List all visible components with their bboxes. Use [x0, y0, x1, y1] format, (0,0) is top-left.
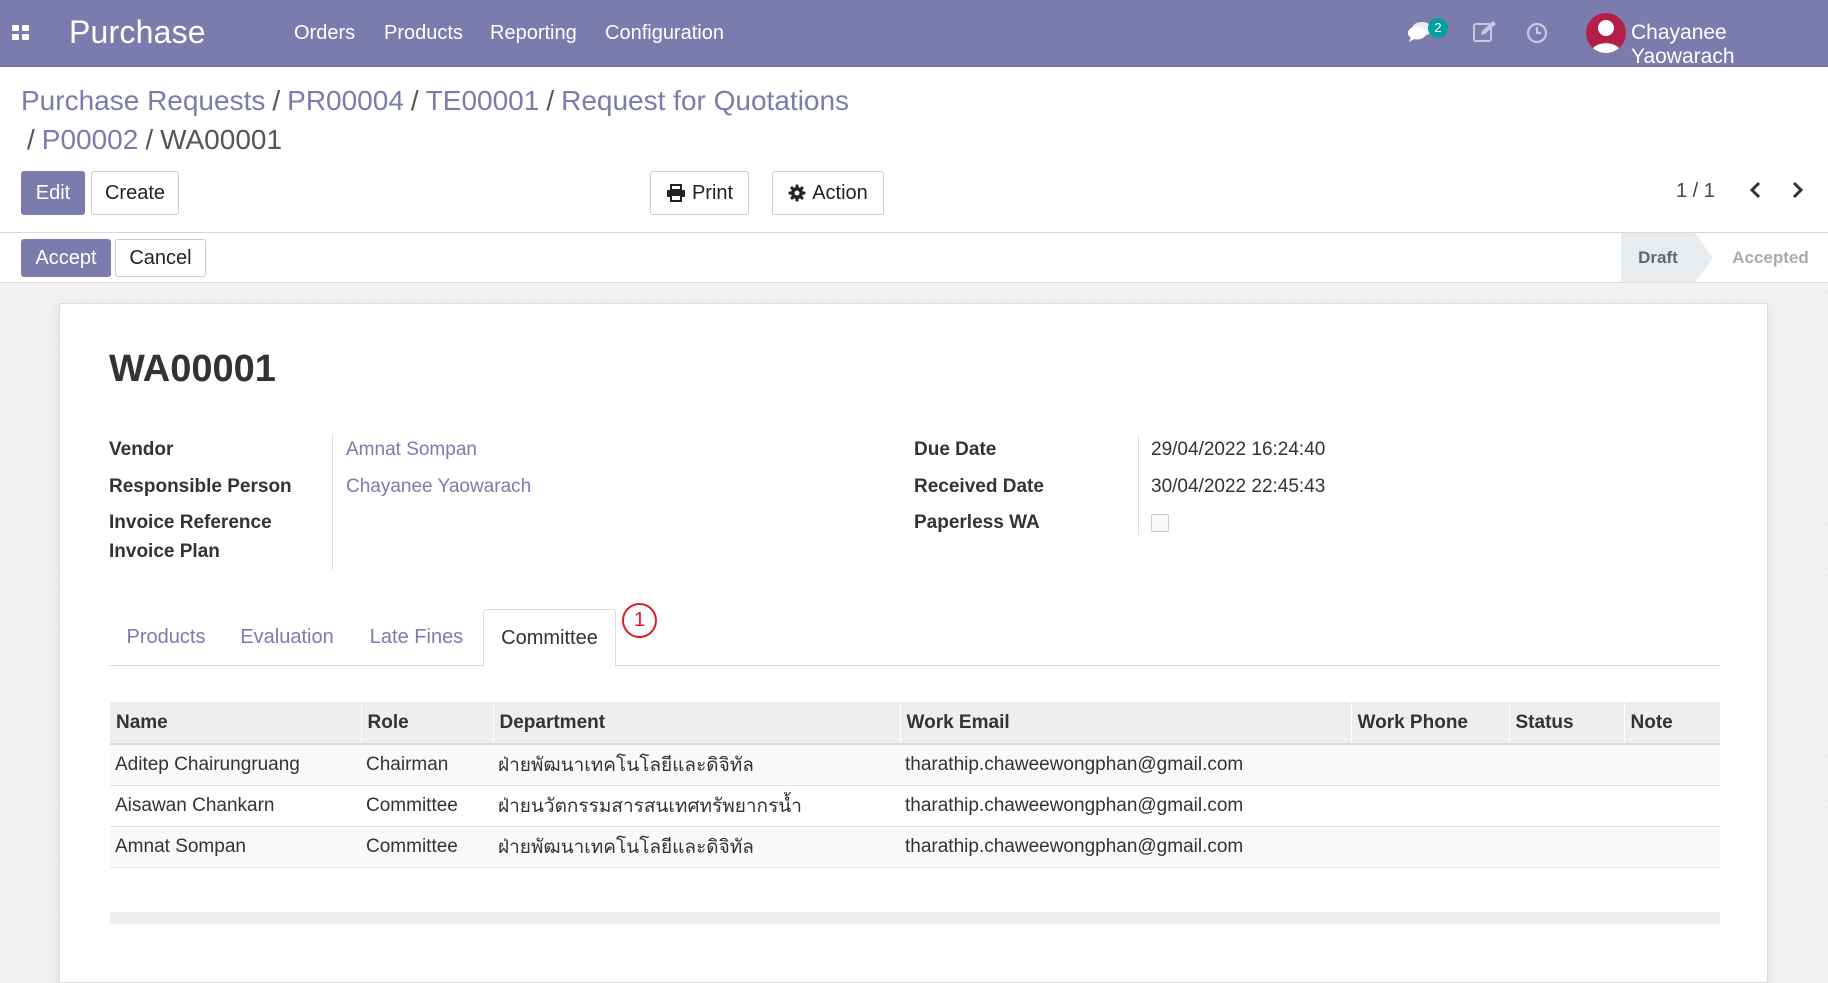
column-header-role[interactable]: Role: [360, 702, 493, 745]
control-panel: Purchase Requests / PR00004/TE00001/Reques…: [0, 67, 1828, 233]
table-header-row: Name Role Department Work Email Work Pho…: [110, 702, 1720, 745]
column-header-work-email[interactable]: Work Email: [899, 702, 1351, 745]
cell-name: Aisawan Chankarn: [110, 784, 361, 826]
cell-note: [1624, 743, 1720, 785]
print-button[interactable]: Print: [650, 171, 749, 215]
record-title: WA00001: [109, 348, 276, 390]
responsible-person-value[interactable]: Chayanee Yaowarach: [346, 476, 531, 498]
chevron-left-icon[interactable]: [1747, 180, 1765, 200]
column-header-name[interactable]: Name: [110, 702, 361, 745]
tab-evaluation[interactable]: Evaluation: [223, 609, 351, 666]
top-navbar: Purchase Orders Products Reporting Confi…: [0, 0, 1828, 69]
table-row[interactable]: Aisawan Chankarn Committee ฝ่ายนวัตกรรมส…: [110, 784, 1720, 826]
cell-status: [1509, 825, 1624, 868]
edit-note-icon[interactable]: [1472, 20, 1498, 44]
cell-work-email: tharathip.chaweewongphan@gmail.com: [900, 784, 1351, 826]
cell-department: ฝ่ายพัฒนาเทคโนโลยีและดิจิทัล: [493, 743, 900, 785]
column-header-status[interactable]: Status: [1508, 702, 1624, 745]
cell-status: [1509, 784, 1624, 826]
pager-value[interactable]: 1 / 1: [1676, 180, 1715, 203]
invoice-plan-label: Invoice Plan: [109, 541, 220, 562]
received-date-value: 30/04/2022 22:45:43: [1151, 476, 1326, 497]
cell-work-email: tharathip.chaweewongphan@gmail.com: [900, 825, 1351, 868]
menu-products[interactable]: Products: [384, 22, 463, 45]
breadcrumb-pr00004[interactable]: PR00004: [287, 85, 404, 116]
left-group-divider: [332, 435, 333, 570]
user-avatar[interactable]: [1586, 13, 1626, 53]
stage-arrow: [1695, 233, 1713, 282]
paperless-wa-checkbox[interactable]: [1151, 514, 1169, 532]
cell-role: Committee: [361, 825, 493, 868]
action-label: Action: [812, 181, 868, 204]
tab-products[interactable]: Products: [109, 609, 223, 666]
column-header-note[interactable]: Note: [1623, 702, 1720, 745]
breadcrumb-te00001[interactable]: TE00001: [426, 85, 540, 116]
menu-configuration[interactable]: Configuration: [605, 22, 724, 45]
chat-badge: 2: [1428, 18, 1448, 38]
cell-note: [1624, 784, 1720, 826]
column-header-work-phone[interactable]: Work Phone: [1350, 702, 1509, 745]
cell-department: ฝ่ายนวัตกรรมสารสนเทศทรัพยากรน้ำ: [493, 784, 900, 826]
right-group-divider: [1138, 435, 1139, 535]
cancel-button[interactable]: Cancel: [115, 239, 206, 277]
received-date-label: Received Date: [914, 476, 1044, 497]
cell-work-phone: [1351, 825, 1509, 868]
cell-work-phone: [1351, 743, 1509, 785]
breadcrumb-current: WA00001: [160, 124, 283, 155]
paperless-wa-label: Paperless WA: [914, 512, 1040, 533]
responsible-person-label: Responsible Person: [109, 476, 292, 497]
cell-role: Committee: [361, 784, 493, 826]
breadcrumb-p00002[interactable]: P00002: [42, 124, 139, 155]
column-header-department[interactable]: Department: [492, 702, 900, 745]
edit-button[interactable]: Edit: [21, 171, 85, 215]
breadcrumb: Purchase Requests / PR00004/TE00001/Reques…: [21, 85, 850, 116]
vendor-label: Vendor: [109, 439, 174, 460]
committee-table: Name Role Department Work Email Work Pho…: [110, 702, 1720, 868]
user-name[interactable]: Chayanee Yaowarach: [1631, 21, 1828, 69]
clock-icon[interactable]: [1526, 22, 1548, 44]
cell-status: [1509, 743, 1624, 785]
menu-orders[interactable]: Orders: [294, 22, 355, 45]
notebook-tabs: Products Evaluation Late Fines Committee: [109, 609, 1720, 667]
status-bar: Accept Cancel Draft Accepted: [0, 233, 1828, 283]
printer-icon: [666, 184, 685, 202]
invoice-reference-label: Invoice Reference: [109, 512, 272, 533]
cell-work-phone: [1351, 784, 1509, 826]
breadcrumb-purchase-requests[interactable]: Purchase Requests: [21, 85, 265, 116]
tab-committee[interactable]: Committee: [483, 609, 616, 667]
tab-late-fines[interactable]: Late Fines: [351, 609, 482, 666]
stage-draft: Draft: [1621, 233, 1695, 282]
table-row[interactable]: Aditep Chairungruang Chairman ฝ่ายพัฒนาเ…: [110, 743, 1720, 785]
cell-name: Amnat Sompan: [110, 825, 361, 868]
apps-grid-icon[interactable]: [12, 25, 30, 41]
chevron-right-icon[interactable]: [1788, 180, 1806, 200]
gear-icon: [788, 184, 806, 202]
cell-name: Aditep Chairungruang: [110, 743, 361, 785]
accept-button[interactable]: Accept: [21, 239, 111, 277]
action-button[interactable]: Action: [772, 171, 884, 215]
due-date-label: Due Date: [914, 439, 997, 460]
app-title: Purchase: [69, 14, 206, 50]
cell-role: Chairman: [361, 743, 493, 785]
form-sheet: WA00001 Vendor Responsible Person Invoic…: [59, 303, 1768, 983]
vendor-value[interactable]: Amnat Sompan: [346, 439, 477, 461]
create-button[interactable]: Create: [91, 171, 179, 215]
cell-department: ฝ่ายพัฒนาเทคโนโลยีและดิจิทัล: [493, 825, 900, 868]
cell-note: [1624, 825, 1720, 868]
cell-work-email: tharathip.chaweewongphan@gmail.com: [900, 743, 1351, 785]
breadcrumb-line-2: / P00002/WA00001: [27, 124, 283, 155]
print-label: Print: [691, 181, 734, 204]
table-row[interactable]: Amnat Sompan Committee ฝ่ายพัฒนาเทคโนโลย…: [110, 825, 1720, 868]
stage-accepted[interactable]: Accepted: [1713, 233, 1828, 282]
breadcrumb-rfq[interactable]: Request for Quotations: [561, 85, 849, 116]
due-date-value: 29/04/2022 16:24:40: [1151, 439, 1326, 460]
menu-reporting[interactable]: Reporting: [490, 22, 577, 45]
annotation-marker: 1: [622, 603, 657, 638]
table-footer: [110, 912, 1720, 924]
user-silhouette-icon: [1591, 20, 1621, 53]
